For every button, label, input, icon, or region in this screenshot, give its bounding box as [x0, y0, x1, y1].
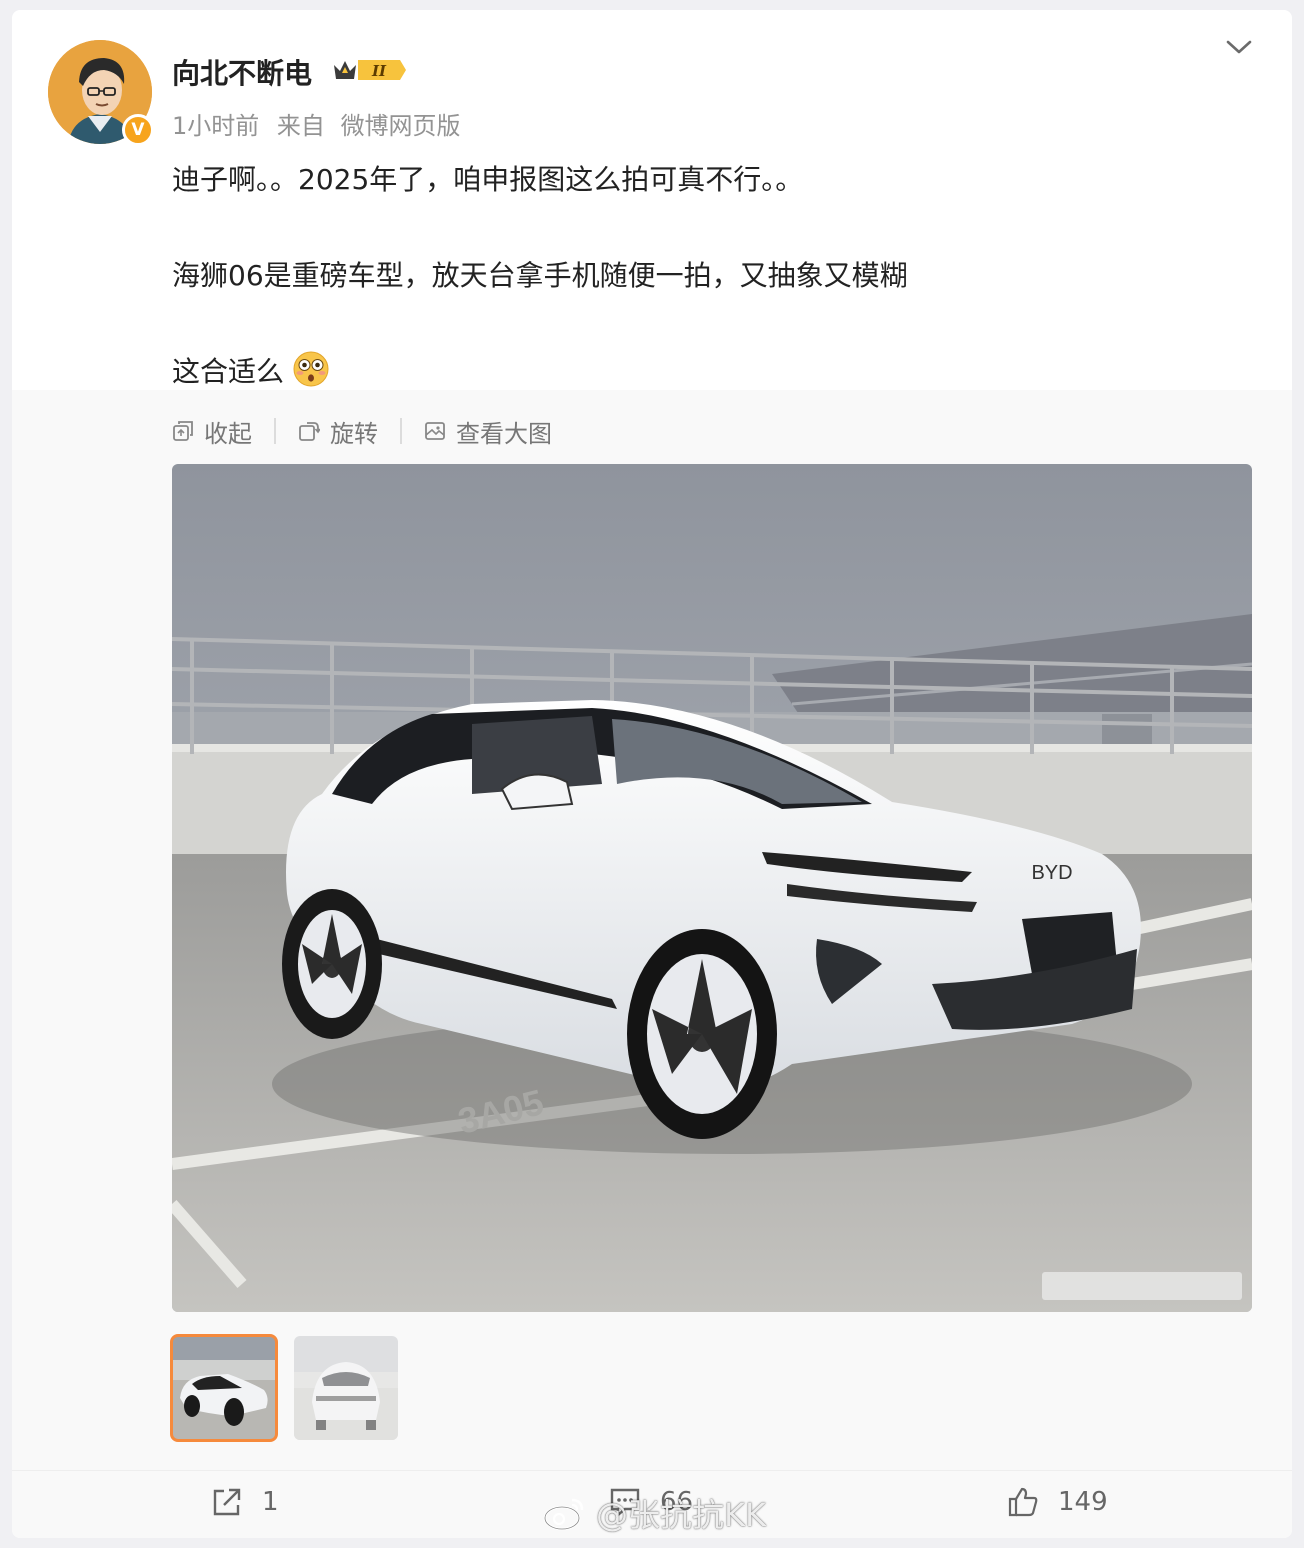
post-text-line-3: 这合适么	[172, 355, 285, 388]
post-time[interactable]: 1小时前	[172, 112, 259, 140]
weibo-watermark: @张抗抗KK	[542, 1490, 766, 1536]
view-large-label: 查看大图	[456, 419, 552, 448]
post-text-line-1: 迪子啊。。2025年了，咱申报图这么拍可真不行。。	[172, 163, 804, 196]
repost-count: 1	[262, 1487, 279, 1517]
car-logo-text: BYD	[1031, 862, 1072, 884]
view-large-button[interactable]: 查看大图	[424, 416, 552, 448]
verified-v-icon: V	[122, 114, 154, 146]
rank-badge-icon[interactable]: II	[330, 56, 408, 84]
rank-badge-label: II	[371, 62, 387, 80]
rotate-icon	[299, 422, 320, 441]
username[interactable]: 向北不断电	[172, 52, 312, 92]
toolbar-divider	[274, 418, 276, 444]
post-source[interactable]: 微博网页版	[341, 112, 461, 140]
collapse-label: 收起	[204, 419, 252, 448]
watermark-text: @张抗抗KK	[596, 1496, 766, 1534]
rotate-button[interactable]: 旋转	[298, 416, 378, 448]
like-button[interactable]: 149	[1006, 1485, 1108, 1519]
rotate-label: 旋转	[330, 419, 378, 448]
repost-icon	[213, 1488, 241, 1516]
thumbnail-rear[interactable]	[294, 1336, 398, 1440]
flushed-face-emoji-icon	[292, 350, 330, 388]
collapse-button[interactable]: 收起	[172, 416, 252, 448]
chevron-down-icon[interactable]	[1222, 36, 1256, 60]
view-image-icon	[425, 422, 445, 440]
post-text-line-2: 海狮06是重磅车型，放天台拿手机随便一拍，又抽象又模糊	[172, 259, 908, 292]
weibo-logo-icon	[543, 1498, 584, 1531]
collapse-icon	[173, 421, 193, 441]
like-count: 149	[1058, 1487, 1108, 1517]
avatar[interactable]: V	[48, 40, 154, 146]
thumbnail-front[interactable]	[170, 1334, 278, 1442]
repost-button[interactable]: 1	[210, 1485, 279, 1519]
post-photo[interactable]: 3A05 BYD	[172, 464, 1252, 1312]
post-source-prefix: 来自	[276, 112, 325, 140]
thumbs-up-icon	[1008, 1487, 1038, 1517]
weibo-post-card: V 向北不断电 II 1小时前 来自 微博网页版 迪子啊。。2025年了，咱申报…	[12, 10, 1292, 1538]
media-area: 收起 旋转 查看大图 3A05 BYD	[12, 390, 1292, 1470]
toolbar-divider	[400, 418, 402, 444]
post-meta: 1小时前 来自 微博网页版	[172, 106, 461, 141]
